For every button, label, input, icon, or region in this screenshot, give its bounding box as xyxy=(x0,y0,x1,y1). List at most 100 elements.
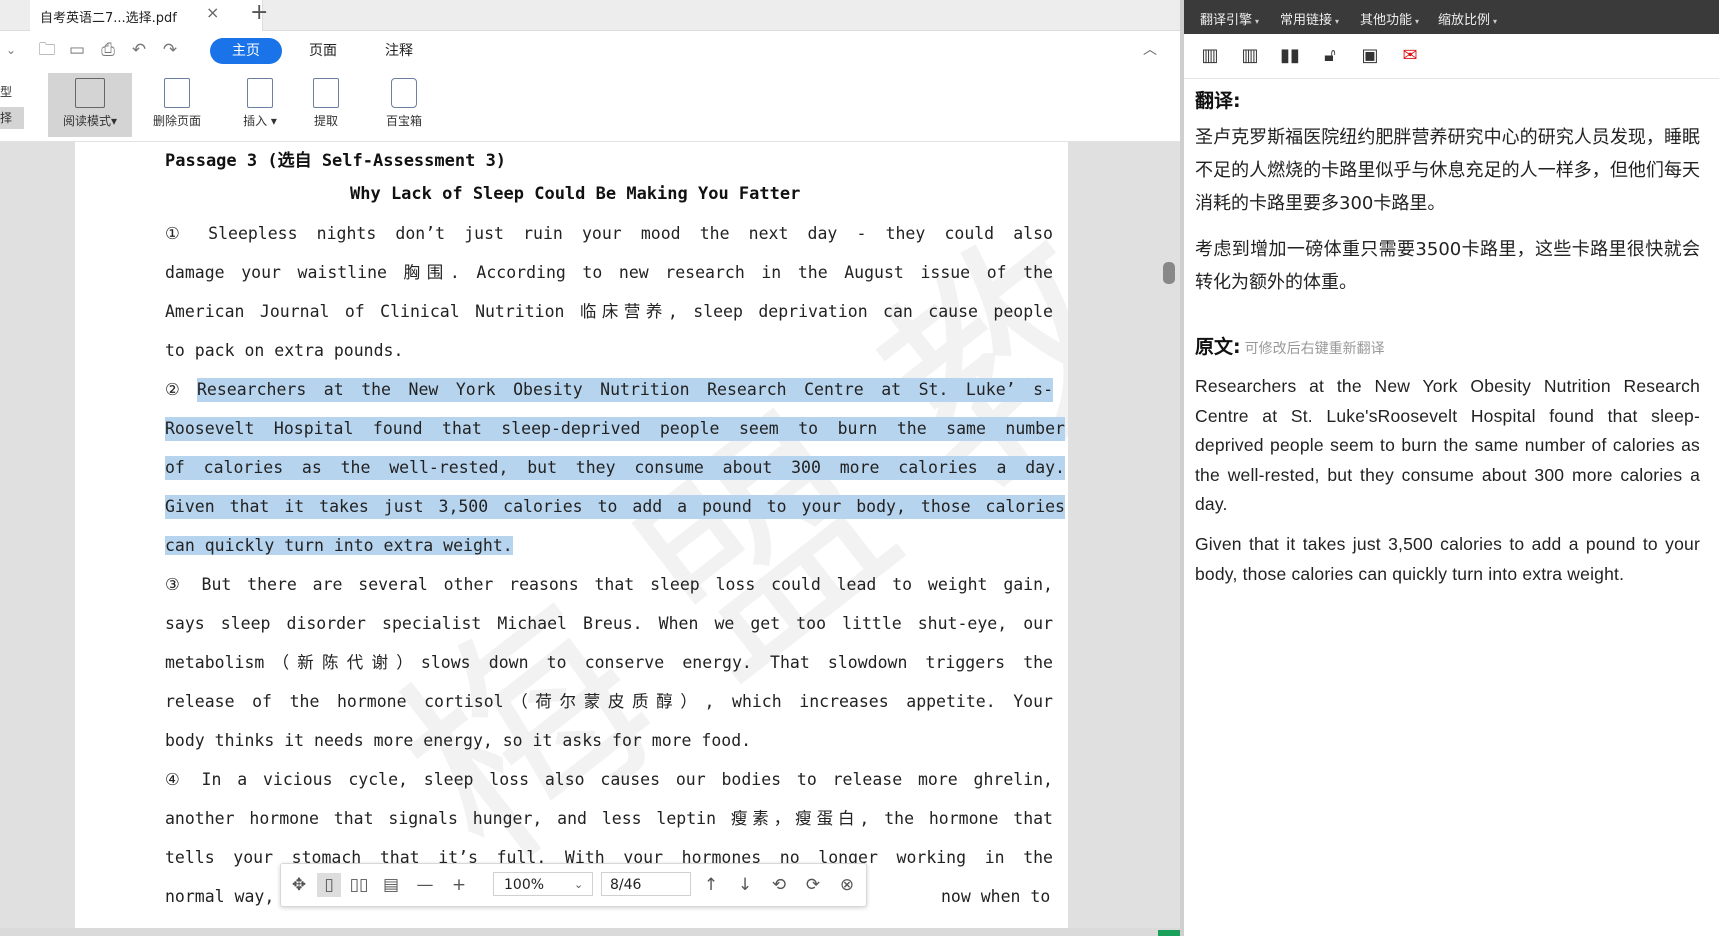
menu-common-links[interactable]: 常用链接 xyxy=(1280,9,1339,28)
source-text-paragraph[interactable]: Given that it takes just 3,500 calories … xyxy=(1195,530,1700,589)
text-line: damage your waistline 胸围. According to n… xyxy=(165,263,1053,282)
text-line: normal way, xyxy=(165,887,275,906)
open-folder-icon[interactable]: 🗀 xyxy=(36,39,58,61)
text-line: release of the hormone cortisol（荷尔蒙皮质醇）,… xyxy=(165,692,1053,711)
pdf-viewer-window: 自考英语二7...选择.pdf × + ⌄ 🗀 ▭ ⎙ ↶ ↷ 主页 页面 注释… xyxy=(0,0,1180,936)
highlighted-line[interactable]: of calories as the well-rested, but they… xyxy=(165,456,1065,480)
extract-label: 提取 xyxy=(313,114,338,128)
translation-menubar: 翻译引擎 常用链接 其他功能 缩放比例 xyxy=(1184,0,1719,34)
text-line: metabolism（新陈代谢）slows down to conserve e… xyxy=(165,653,1053,672)
toolbox-label: 百宝箱 xyxy=(385,114,422,128)
page-number-value: 8/46 xyxy=(610,877,642,893)
tab-bar: 自考英语二7...选择.pdf × + xyxy=(0,0,1180,31)
text-line: ① Sleepless nights don’t just ruin your … xyxy=(165,224,1053,243)
side-stub-label: 型 xyxy=(0,85,13,99)
undo-icon[interactable]: ↶ xyxy=(128,39,150,61)
source-heading: 原文: xyxy=(1195,336,1241,358)
translation-panel: 翻译引擎 常用链接 其他功能 缩放比例 ▥ ▥ ▮▮ 🔓︎ ▣ ✉ 翻译: 圣卢… xyxy=(1184,0,1719,936)
article-title: Why Lack of Sleep Could Be Making You Fa… xyxy=(350,184,801,204)
source-hint: 可修改后右键重新翻译 xyxy=(1244,341,1385,357)
side-stub-label[interactable]: 择 xyxy=(0,107,24,129)
layout-icon[interactable]: ▥ xyxy=(1238,44,1262,68)
window-icon[interactable]: ▣ xyxy=(1358,44,1382,68)
mail-icon[interactable]: ✉ xyxy=(1398,44,1422,68)
toolbox-button[interactable]: 百宝箱 xyxy=(380,73,428,137)
extract-button[interactable]: 提取 xyxy=(306,73,346,137)
new-tab-icon[interactable]: + xyxy=(250,0,268,25)
ribbon-toolbar: 型 择 阅读模式▾ 删除页面 插入 ▾ 提取 百宝箱 xyxy=(0,69,1180,142)
text-line: to pack on extra pounds. xyxy=(165,341,404,360)
chevron-down-icon[interactable]: ⌄ xyxy=(0,39,22,61)
previous-page-icon[interactable]: ↑ xyxy=(699,873,723,897)
pdf-page[interactable]: 梅 盟 教 育 Passage 3 (选自 Self-Assessment 3)… xyxy=(75,142,1068,936)
copy-icon[interactable]: ▥ xyxy=(1198,44,1222,68)
tab-home[interactable]: 主页 xyxy=(210,38,282,64)
translation-toolbar: ▥ ▥ ▮▮ 🔓︎ ▣ ✉ xyxy=(1184,34,1719,79)
close-toolbar-icon[interactable]: ⊗ xyxy=(835,873,859,897)
source-heading-row: 原文: 可修改后右键重新翻译 xyxy=(1195,332,1385,359)
insert-label: 插入 xyxy=(243,114,268,128)
book-icon xyxy=(75,78,105,108)
menu-translate-engine[interactable]: 翻译引擎 xyxy=(1200,9,1259,28)
text-line: ④ In a vicious cycle, sleep loss also ca… xyxy=(165,770,1053,789)
highlighted-line[interactable]: Given that it takes just 3,500 calories … xyxy=(165,495,1065,519)
text-line: ③ But there are several other reasons th… xyxy=(165,575,1053,594)
move-icon[interactable]: ✥ xyxy=(287,873,311,897)
passage-title: Passage 3 (选自 Self-Assessment 3) xyxy=(165,151,507,171)
highlighted-line[interactable]: Roosevelt Hospital found that sleep-depr… xyxy=(165,417,1065,441)
reading-mode-button[interactable]: 阅读模式▾ xyxy=(48,73,132,137)
text-line: another hormone that signals hunger, and… xyxy=(165,809,1053,828)
delete-page-icon xyxy=(164,78,190,108)
zoom-out-icon[interactable]: — xyxy=(413,873,437,897)
menu-zoom-ratio[interactable]: 缩放比例 xyxy=(1438,9,1497,28)
next-page-icon[interactable]: ↓ xyxy=(733,873,757,897)
floating-view-toolbar: ✥ ▯ ▯▯ ▤ — + 100% ⌄ 8/46 ↑ ↓ ⟲ ⟳ ⊗ xyxy=(280,863,867,907)
quick-access-bar: ⌄ 🗀 ▭ ⎙ ↶ ↷ 主页 页面 注释 ︿ xyxy=(0,31,1180,69)
zoom-value: 100% xyxy=(504,877,545,893)
extract-page-icon xyxy=(313,78,339,108)
toolbox-icon xyxy=(391,78,417,108)
translation-paragraph[interactable]: 考虑到增加一磅体重只需要3500卡路里，这些卡路里很快就会转化为额外的体重。 xyxy=(1195,233,1700,299)
delete-page-label: 删除页面 xyxy=(152,114,201,128)
text-line: American Journal of Clinical Nutrition 临… xyxy=(165,302,1053,321)
single-page-icon[interactable]: ▯ xyxy=(317,873,341,897)
print-icon[interactable]: ⎙ xyxy=(97,39,119,61)
document-tab-title: 自考英语二7...选择.pdf xyxy=(40,11,177,26)
document-area[interactable]: 梅 盟 教 育 Passage 3 (选自 Self-Assessment 3)… xyxy=(0,142,1180,936)
tab-annotate[interactable]: 注释 xyxy=(366,38,432,64)
document-tab[interactable]: 自考英语二7...选择.pdf × xyxy=(30,0,263,31)
chevron-down-icon: ⌄ xyxy=(574,878,584,891)
page-number-input[interactable]: 8/46 xyxy=(601,872,691,896)
delete-page-button[interactable]: 删除页面 xyxy=(146,73,208,137)
insert-button[interactable]: 插入 ▾ xyxy=(232,73,288,137)
text-line: body thinks it needs more energy, so it … xyxy=(165,731,752,750)
text-line: now when to xyxy=(941,887,1051,906)
rotate-left-icon[interactable]: ⟲ xyxy=(767,873,791,897)
highlighted-line[interactable]: ② Researchers at the New York Obesity Nu… xyxy=(165,378,1053,402)
redo-icon[interactable]: ↷ xyxy=(159,39,181,61)
zoom-select[interactable]: 100% ⌄ xyxy=(493,872,593,896)
continuous-scroll-icon[interactable]: ▤ xyxy=(379,873,403,897)
selected-text[interactable]: can quickly turn into extra weight. xyxy=(165,536,513,555)
translation-paragraph[interactable]: 圣卢克罗斯福医院纽约肥胖营养研究中心的研究人员发现，睡眠不足的人燃烧的卡路里似乎… xyxy=(1195,121,1700,220)
translation-heading: 翻译: xyxy=(1195,90,1241,112)
source-text-paragraph[interactable]: Researchers at the New York Obesity Nutr… xyxy=(1195,372,1700,520)
two-page-icon[interactable]: ▯▯ xyxy=(347,873,371,897)
watermark: 梅 盟 教 育 xyxy=(356,142,1068,911)
save-icon[interactable]: ▭ xyxy=(66,39,88,61)
split-view-icon[interactable]: ▮▮ xyxy=(1278,44,1302,68)
text-line: says sleep disorder specialist Michael B… xyxy=(165,614,1053,633)
paragraph-marker: ② xyxy=(165,380,180,399)
reading-mode-label: 阅读模式 xyxy=(62,114,111,128)
rotate-right-icon[interactable]: ⟳ xyxy=(801,873,825,897)
vertical-scrollbar-thumb[interactable] xyxy=(1163,262,1175,284)
tab-page[interactable]: 页面 xyxy=(290,38,356,64)
unlock-icon[interactable]: 🔓︎ xyxy=(1318,44,1342,68)
insert-page-icon xyxy=(247,78,273,108)
menu-other-functions[interactable]: 其他功能 xyxy=(1360,9,1419,28)
close-tab-icon[interactable]: × xyxy=(206,3,219,22)
highlighted-line[interactable]: can quickly turn into extra weight. xyxy=(165,534,1053,558)
collapse-ribbon-icon[interactable]: ︿ xyxy=(1143,39,1157,59)
selected-text[interactable]: Researchers at the New York Obesity Nutr… xyxy=(197,378,1053,402)
zoom-in-icon[interactable]: + xyxy=(447,873,471,897)
